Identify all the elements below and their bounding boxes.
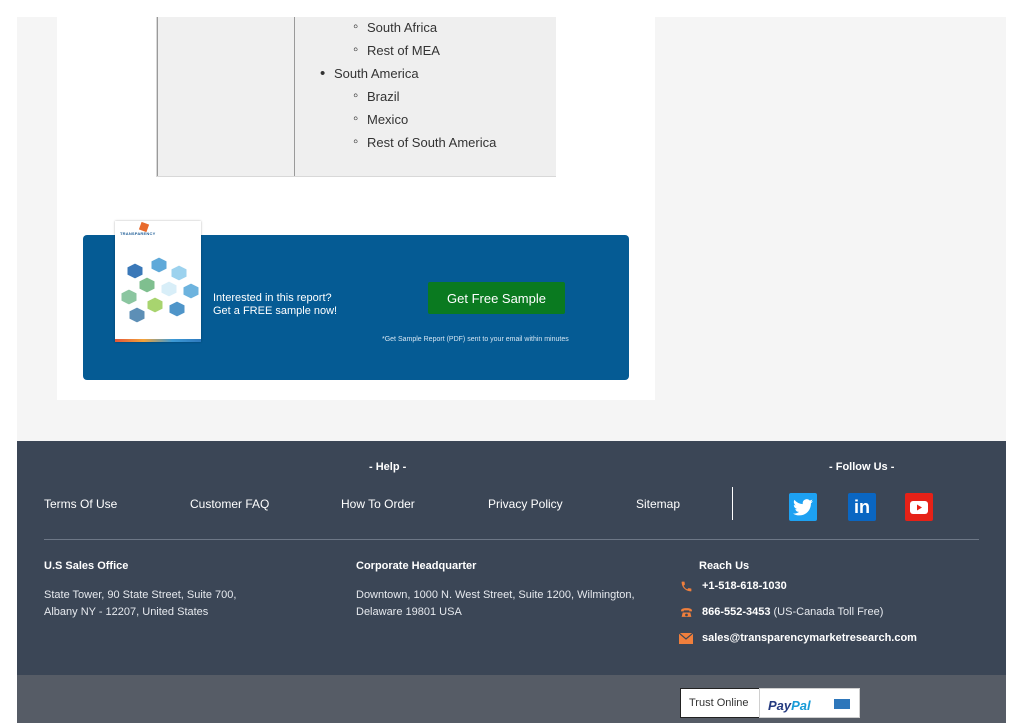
help-title: - Help -	[369, 461, 407, 473]
tollfree-number: 866-552-3453	[702, 606, 771, 618]
region-table-right-column: South Africa Rest of MEA South America B…	[295, 17, 556, 176]
footer: - Help - - Follow Us - Terms Of Use Cust…	[17, 441, 1006, 675]
tollfree-note: (US-Canada Toll Free)	[773, 606, 884, 618]
hq-line-1: Downtown, 1000 N. West Street, Suite 120…	[356, 589, 635, 601]
email-address: sales@transparencymarketresearch.com	[702, 632, 917, 644]
region-item-rest-of-mea: Rest of MEA	[353, 41, 440, 58]
get-free-sample-button[interactable]: Get Free Sample	[428, 282, 565, 314]
linkedin-icon[interactable]: in	[848, 493, 876, 521]
region-table-left-column	[157, 17, 295, 176]
email-row[interactable]: sales@transparencymarketresearch.com	[679, 631, 917, 645]
paypal-badge[interactable]: PayPal	[759, 688, 860, 718]
follow-us-title: - Follow Us -	[829, 461, 895, 473]
privacy-policy-link[interactable]: Privacy Policy	[488, 497, 563, 511]
sitemap-link[interactable]: Sitemap	[636, 497, 680, 511]
phone-number: +1-518-618-1030	[702, 580, 787, 592]
telephone-icon	[679, 605, 693, 619]
region-item-rest-of-south-america: Rest of South America	[353, 133, 496, 150]
twitter-icon[interactable]	[789, 493, 817, 521]
us-office-title: U.S Sales Office	[44, 560, 129, 572]
us-office-line-2: Albany NY - 12207, United States	[44, 606, 209, 618]
paypal-logo-pay: Pay	[768, 698, 792, 713]
region-item-south-africa: South Africa	[353, 18, 437, 35]
phone-icon	[679, 579, 693, 593]
hq-address: Downtown, 1000 N. West Street, Suite 120…	[356, 587, 635, 621]
amex-card-icon	[834, 699, 850, 709]
region-item-mexico: Mexico	[353, 110, 408, 127]
paypal-logo-pal: Pal	[791, 698, 811, 713]
trust-online-badge[interactable]: Trust Online	[680, 688, 760, 718]
tollfree-row[interactable]: 866-552-3453 (US-Canada Toll Free)	[679, 605, 883, 619]
banner-line-2: Get a FREE sample now!	[213, 305, 338, 317]
customer-faq-link[interactable]: Customer FAQ	[190, 497, 269, 511]
hq-line-2: Delaware 19801 USA	[356, 606, 462, 618]
us-office-line-1: State Tower, 90 State Street, Suite 700,	[44, 589, 237, 601]
phone-row[interactable]: +1-518-618-1030	[679, 579, 787, 593]
sample-banner-text: Interested in this report? Get a FREE sa…	[213, 292, 337, 318]
region-item-south-america: South America	[320, 65, 418, 82]
cover-brand-text: TRANSPARENCY	[120, 231, 156, 236]
footer-divider	[732, 487, 733, 520]
cover-color-stripe	[115, 339, 201, 342]
report-cover-image: TRANSPARENCY	[115, 221, 201, 342]
us-office-address: State Tower, 90 State Street, Suite 700,…	[44, 587, 236, 621]
how-to-order-link[interactable]: How To Order	[341, 497, 415, 511]
footer-rule	[44, 539, 979, 540]
email-icon	[679, 631, 693, 645]
reach-us-title: Reach Us	[699, 560, 750, 572]
youtube-icon[interactable]	[905, 493, 933, 521]
terms-of-use-link[interactable]: Terms Of Use	[44, 497, 117, 511]
paypal-logo: PayPal	[768, 698, 811, 713]
region-table: South Africa Rest of MEA South America B…	[156, 17, 556, 177]
banner-line-1: Interested in this report?	[213, 292, 332, 304]
region-item-brazil: Brazil	[353, 87, 399, 104]
hexagon-pattern-icon	[120, 256, 200, 324]
hq-title: Corporate Headquarter	[356, 560, 477, 572]
sample-note: *Get Sample Report (PDF) sent to your em…	[382, 336, 569, 343]
